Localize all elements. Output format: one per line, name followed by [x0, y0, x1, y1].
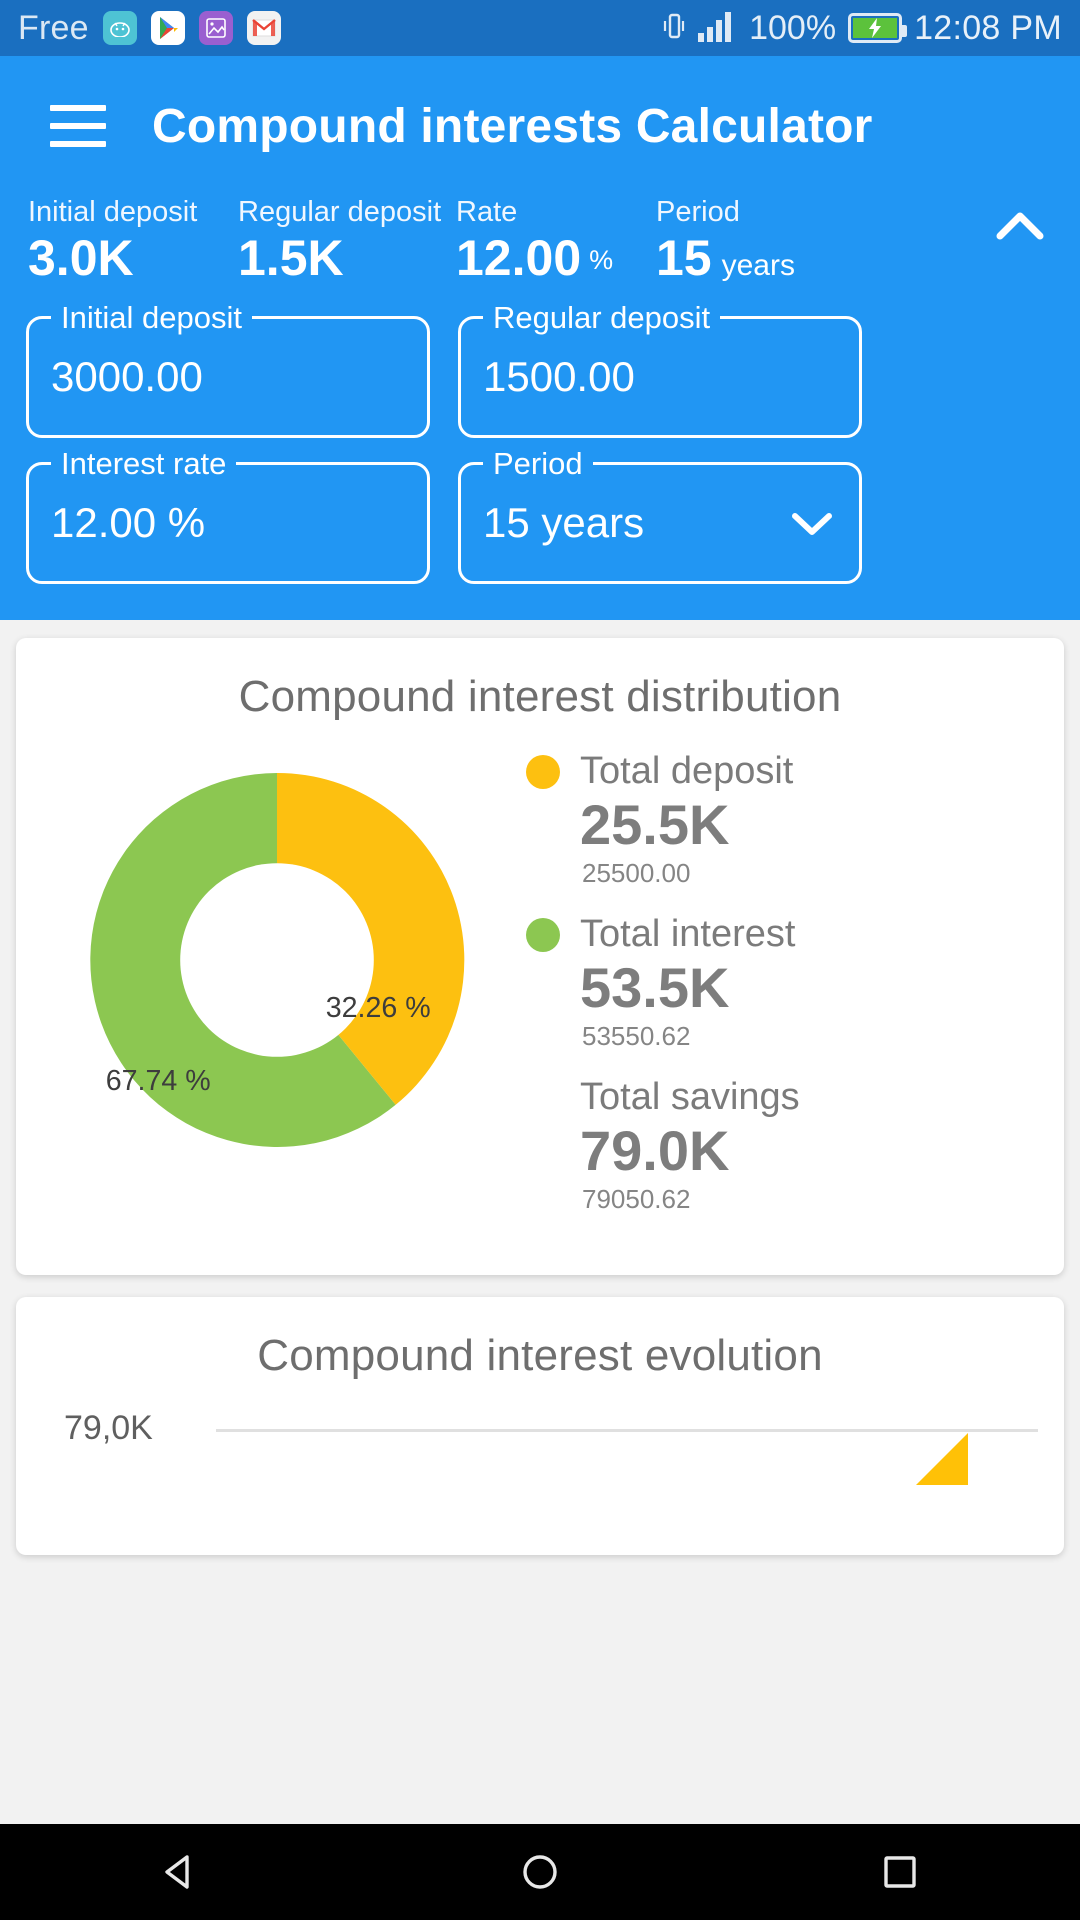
field-value: 12.00 % [51, 499, 206, 547]
summary-label: Regular deposit [238, 196, 442, 228]
hamburger-menu-icon[interactable] [50, 105, 106, 147]
play-store-icon [150, 11, 185, 45]
summary-row: Initial deposit 3.0K Regular deposit 1.5… [0, 196, 1080, 294]
distribution-card: Compound interest distribution 32.26 % 6… [16, 638, 1064, 1276]
legend-dot-icon [526, 917, 560, 952]
evolution-chart[interactable]: 79,0K [16, 1399, 1064, 1519]
summary-unit: years [721, 249, 795, 283]
summary-label: Period [656, 196, 740, 228]
summary-value: 12.00% [456, 230, 614, 287]
summary-label: Rate [456, 196, 518, 228]
legend-item-total-deposit: Total deposit 25.5K 25500.00 [526, 750, 1038, 889]
input-fields-group: Initial deposit 3000.00 Regular deposit … [0, 294, 1080, 620]
evolution-gridline [216, 1429, 1038, 1433]
photos-icon [198, 11, 233, 45]
slice-label-deposit: 32.26 % [326, 993, 431, 1025]
clock-label: 12:08 PM [914, 8, 1062, 47]
period-field[interactable]: Period 15 years [458, 446, 862, 585]
carrier-label: Free [18, 8, 89, 47]
status-bar: Free 100% 12:08 PM [0, 0, 1080, 56]
chevron-down-icon[interactable] [787, 506, 837, 540]
legend-label: Total deposit [580, 750, 794, 793]
field-value: 15 years [483, 499, 645, 547]
legend-value-exact: 25500.00 [582, 858, 691, 889]
distribution-chart-row: 32.26 % 67.74 % Total deposit 25.5K 2550… [16, 740, 1064, 1239]
legend-dot-icon [526, 754, 560, 789]
donut-chart[interactable]: 32.26 % 67.74 % [42, 740, 512, 1180]
summary-item-rate: Rate 12.00% [456, 196, 656, 288]
android-icon [102, 11, 137, 45]
legend-item-total-interest: Total interest 53.5K 53550.62 [526, 913, 1038, 1052]
regular-deposit-field[interactable]: Regular deposit 1500.00 [458, 300, 862, 439]
field-label: Regular deposit [483, 300, 721, 337]
evolution-card-title: Compound interest evolution [257, 1331, 823, 1381]
gmail-icon [246, 11, 281, 45]
initial-deposit-field[interactable]: Initial deposit 3000.00 [26, 300, 430, 439]
android-navigation-bar [0, 1824, 1080, 1920]
legend-value-exact: 79050.62 [582, 1184, 691, 1215]
field-label: Initial deposit [51, 300, 252, 337]
legend-value-big: 53.5K [580, 956, 730, 1020]
summary-label: Initial deposit [28, 196, 198, 228]
slice-label-interest: 67.74 % [106, 1065, 211, 1097]
battery-percent-label: 100% [749, 8, 837, 47]
status-bar-left: Free [18, 9, 281, 48]
summary-item-period: Period 15 years [656, 196, 856, 288]
summary-item-initial-deposit: Initial deposit 3.0K [28, 196, 238, 288]
content-area: Compound interest distribution 32.26 % 6… [0, 620, 1080, 1556]
legend-item-total-savings: Total savings 79.0K 79050.62 [526, 1076, 1038, 1215]
chevron-up-icon[interactable] [992, 204, 1048, 250]
app-bar: Compound interests Calculator Initial de… [0, 56, 1080, 621]
status-bar-right: 100% 12:08 PM [663, 9, 1062, 48]
legend-label: Total interest [580, 913, 796, 956]
page-title: Compound interests Calculator [152, 99, 873, 153]
summary-item-regular-deposit: Regular deposit 1.5K [238, 196, 456, 288]
legend-value-exact: 53550.62 [582, 1021, 691, 1052]
field-value: 3000.00 [51, 353, 203, 401]
signal-bars-icon [697, 10, 737, 47]
distribution-legend: Total deposit 25.5K 25500.00 Total inter… [512, 740, 1038, 1239]
legend-value-big: 79.0K [580, 1119, 730, 1183]
back-triangle-icon[interactable] [120, 1824, 240, 1920]
home-circle-icon[interactable] [480, 1824, 600, 1920]
field-value: 1500.00 [483, 353, 635, 401]
summary-value: 1.5K [238, 230, 344, 287]
evolution-y-axis-top-label: 79,0K [64, 1409, 153, 1448]
summary-value: 15 years [656, 230, 795, 287]
battery-charging-icon [848, 13, 908, 43]
legend-value-big: 25.5K [580, 793, 730, 857]
app-bar-top-row: Compound interests Calculator [0, 56, 1080, 196]
field-label: Interest rate [51, 446, 237, 483]
legend-label: Total savings [580, 1076, 800, 1119]
summary-unit: % [589, 245, 614, 276]
summary-value: 3.0K [28, 230, 134, 287]
evolution-card: Compound interest evolution 79,0K [16, 1297, 1064, 1556]
recents-square-icon[interactable] [840, 1824, 960, 1920]
evolution-area-series [916, 1433, 968, 1486]
interest-rate-field[interactable]: Interest rate 12.00 % [26, 446, 430, 585]
distribution-card-title: Compound interest distribution [238, 672, 842, 722]
field-label: Period [483, 446, 593, 483]
vibrate-icon [663, 10, 685, 47]
